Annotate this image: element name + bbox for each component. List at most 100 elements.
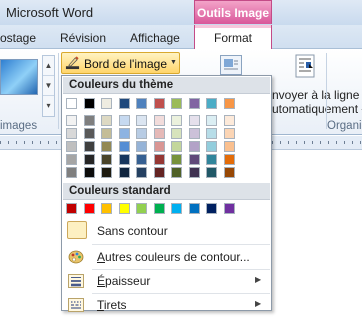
gallery-down-arrow-icon[interactable]: ▼: [43, 76, 54, 96]
standard-color-swatch[interactable]: [118, 203, 130, 214]
style-gallery-scroller[interactable]: ▲ ▼ ▾: [42, 55, 55, 117]
standard-colors-header: Couleurs standard: [63, 183, 270, 200]
theme-shade-swatch[interactable]: [118, 141, 130, 152]
tab-revision[interactable]: Révision: [60, 31, 106, 45]
theme-shade-swatch[interactable]: [136, 128, 147, 139]
theme-colors-header: Couleurs du thème: [63, 77, 270, 94]
theme-shade-swatch[interactable]: [136, 154, 147, 165]
tab-mise-en-page[interactable]: ostage: [0, 31, 36, 45]
theme-shade-swatch[interactable]: [171, 128, 182, 139]
standard-color-swatch[interactable]: [171, 203, 182, 214]
picture-border-button[interactable]: Bord de l'image ▼: [61, 52, 180, 74]
theme-shade-swatch[interactable]: [206, 167, 217, 178]
theme-shade-swatch[interactable]: [223, 115, 235, 126]
title-bar: Microsoft Word Outils Image: [0, 0, 362, 25]
theme-shade-swatch[interactable]: [223, 154, 235, 165]
theme-color-swatch[interactable]: [101, 98, 112, 109]
standard-color-swatch[interactable]: [206, 203, 217, 214]
theme-shade-swatch[interactable]: [66, 128, 77, 139]
theme-shade-swatch[interactable]: [223, 128, 235, 139]
group-label-organiser: Organi: [327, 120, 362, 132]
theme-shade-swatch[interactable]: [118, 167, 130, 178]
theme-shade-swatch[interactable]: [206, 141, 217, 152]
standard-color-swatch[interactable]: [101, 203, 112, 214]
theme-shade-swatch[interactable]: [66, 167, 77, 178]
theme-color-swatch[interactable]: [206, 98, 217, 109]
theme-shade-swatch[interactable]: [171, 167, 182, 178]
theme-shade-swatch[interactable]: [83, 115, 95, 126]
theme-shade-swatch[interactable]: [188, 128, 200, 139]
theme-shade-swatch[interactable]: [206, 154, 217, 165]
theme-shade-swatch[interactable]: [83, 167, 95, 178]
theme-shade-swatch[interactable]: [118, 154, 130, 165]
app-title: Microsoft Word: [6, 5, 94, 20]
theme-shade-swatch[interactable]: [101, 167, 112, 178]
theme-shade-swatch[interactable]: [153, 115, 165, 126]
standard-color-swatch[interactable]: [223, 203, 235, 214]
theme-shade-swatch[interactable]: [188, 141, 200, 152]
standard-color-swatch[interactable]: [188, 203, 200, 214]
theme-color-swatch[interactable]: [153, 98, 165, 109]
theme-color-swatch[interactable]: [66, 98, 77, 109]
theme-shade-swatch[interactable]: [83, 154, 95, 165]
theme-shade-swatch[interactable]: [171, 154, 182, 165]
weight-item[interactable]: Épaisseur ▶: [64, 270, 269, 292]
pen-icon: [65, 56, 80, 70]
theme-shade-swatch[interactable]: [188, 115, 200, 126]
theme-shade-swatch[interactable]: [101, 115, 112, 126]
menu-separator: [92, 244, 270, 245]
theme-shade-swatch[interactable]: [206, 128, 217, 139]
theme-shade-swatch[interactable]: [66, 141, 77, 152]
theme-shade-swatch[interactable]: [153, 128, 165, 139]
theme-shade-swatch[interactable]: [153, 167, 165, 178]
theme-color-swatch[interactable]: [223, 98, 235, 109]
theme-shade-swatch[interactable]: [101, 128, 112, 139]
theme-color-swatch[interactable]: [136, 98, 147, 109]
theme-color-swatch[interactable]: [118, 98, 130, 109]
tab-affichage[interactable]: Affichage: [130, 31, 180, 45]
standard-color-swatch[interactable]: [66, 203, 77, 214]
theme-shade-swatch[interactable]: [188, 154, 200, 165]
no-outline-label: Sans contour: [97, 224, 168, 238]
theme-shade-swatch[interactable]: [171, 115, 182, 126]
wrap-text-icon[interactable]: [293, 53, 319, 79]
group-divider: [326, 53, 327, 129]
standard-color-swatch[interactable]: [136, 203, 147, 214]
theme-shade-swatch[interactable]: [83, 141, 95, 152]
theme-shade-swatch[interactable]: [66, 115, 77, 126]
picture-position-icon[interactable]: [220, 55, 242, 75]
context-tab-group-header: Outils Image: [194, 0, 272, 24]
theme-color-swatch[interactable]: [188, 98, 200, 109]
tab-format[interactable]: Format: [194, 25, 272, 50]
theme-shade-swatch[interactable]: [223, 167, 235, 178]
theme-shade-swatch[interactable]: [118, 115, 130, 126]
theme-shade-swatch[interactable]: [153, 141, 165, 152]
no-outline-item[interactable]: Sans contour: [64, 219, 269, 243]
theme-shade-swatch[interactable]: [66, 154, 77, 165]
more-outline-colors-item[interactable]: Autres couleurs de contour...: [64, 246, 269, 268]
line-weight-icon: [68, 274, 84, 288]
theme-shade-swatch[interactable]: [223, 141, 235, 152]
submenu-arrow-icon: ▶: [255, 299, 262, 308]
chevron-down-icon: ▼: [170, 59, 177, 66]
dashes-item[interactable]: Tirets ▶: [64, 294, 269, 316]
theme-color-swatch[interactable]: [171, 98, 182, 109]
theme-shade-swatch[interactable]: [136, 167, 147, 178]
gallery-more-icon[interactable]: ▾: [43, 96, 54, 116]
picture-style-thumbnail[interactable]: [0, 59, 38, 95]
theme-shade-swatch[interactable]: [188, 167, 200, 178]
theme-shade-swatch[interactable]: [171, 141, 182, 152]
standard-color-swatch[interactable]: [153, 203, 165, 214]
theme-shade-swatch[interactable]: [118, 128, 130, 139]
theme-color-swatch[interactable]: [83, 98, 95, 109]
theme-shade-swatch[interactable]: [101, 141, 112, 152]
theme-shade-swatch[interactable]: [136, 141, 147, 152]
theme-shade-swatch[interactable]: [206, 115, 217, 126]
theme-shade-swatch[interactable]: [136, 115, 147, 126]
group-divider: [58, 53, 59, 129]
standard-color-swatch[interactable]: [83, 203, 95, 214]
theme-shade-swatch[interactable]: [153, 154, 165, 165]
gallery-up-arrow-icon[interactable]: ▲: [43, 56, 54, 76]
theme-shade-swatch[interactable]: [101, 154, 112, 165]
theme-shade-swatch[interactable]: [83, 128, 95, 139]
